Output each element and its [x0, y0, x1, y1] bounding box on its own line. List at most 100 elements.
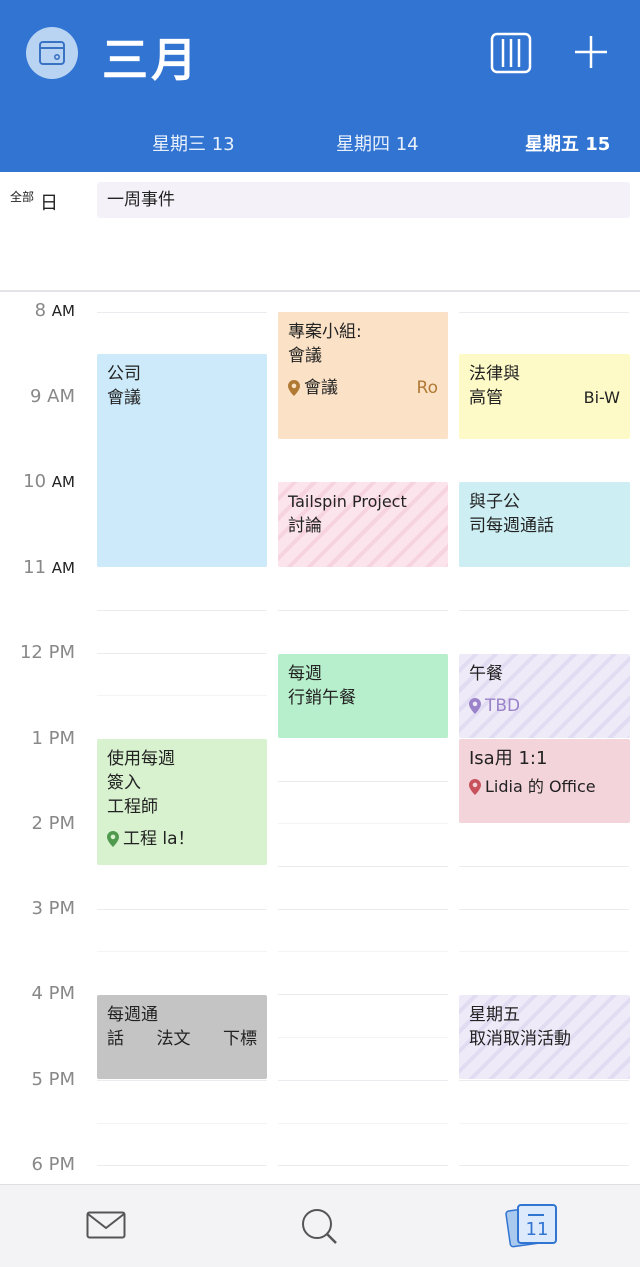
event-location: TBD: [469, 694, 620, 718]
gridline: [97, 610, 267, 611]
event-title: 公司: [107, 364, 141, 384]
gridline: [459, 1080, 629, 1081]
hour-label-12pm: 12 PM: [19, 642, 75, 663]
hour-label-10am: 10 AM: [23, 471, 75, 492]
time-grid: 8 AM 9 AM 10 AM 11 AM 12 PM 1 PM 2 PM 3 …: [0, 292, 640, 1184]
gridline: [278, 1037, 448, 1038]
gridline: [278, 1165, 448, 1166]
event-company-meeting[interactable]: 公司 會議: [97, 354, 267, 567]
event-project-team[interactable]: 專案小組: 會議 會議 Ro: [278, 312, 448, 439]
gridline: [459, 909, 629, 910]
event-subsidiary-call[interactable]: 與子公 司每週通話: [459, 482, 630, 567]
hour-label-8am: 8 AM: [34, 300, 75, 321]
event-title: 司每週通話: [469, 516, 554, 536]
gridline: [97, 695, 267, 696]
event-title: 行銷午餐: [288, 688, 356, 708]
event-title: 高管 Bi-W: [469, 388, 620, 408]
location-pin-icon: [469, 698, 481, 714]
gridline: [278, 909, 448, 910]
event-title: 簽入: [107, 773, 141, 793]
hour-label-5pm: 5 PM: [31, 1069, 75, 1090]
event-one-on-one[interactable]: Isa用 1:1 Lidia 的 Office: [459, 739, 630, 823]
gridline: [97, 1080, 267, 1081]
add-event-button[interactable]: [573, 34, 609, 70]
bottom-tab-bar: 11: [0, 1184, 640, 1267]
gridline: [459, 1165, 629, 1166]
gridline: [278, 994, 448, 995]
event-subtitle: 話 法文 下標: [107, 1029, 257, 1049]
gridline: [278, 781, 448, 782]
search-icon: [302, 1209, 337, 1244]
calendar-day-number: 11: [526, 1219, 549, 1240]
gridline: [459, 312, 629, 313]
event-marketing-lunch[interactable]: 每週 行銷午餐: [278, 654, 448, 738]
event-location: Lidia 的 Office: [469, 775, 620, 799]
calendar-icon: 11: [505, 1204, 557, 1248]
gridline: [97, 951, 267, 952]
location-pin-icon: [288, 380, 300, 396]
gridline: [278, 1123, 448, 1124]
calendar-header: 三月 星期三 13 星期四 14 星期五 15: [0, 0, 640, 172]
calendar-app-icon[interactable]: [26, 27, 78, 79]
gridline: [278, 866, 448, 867]
event-weekly-checkin[interactable]: 使用每週 簽入 工程師 工程 la！: [97, 739, 267, 865]
event-title: 專案小組:: [288, 322, 362, 342]
all-day-event[interactable]: 一周事件: [97, 182, 630, 218]
gridline: [278, 823, 448, 824]
all-day-label: 全部: [10, 190, 35, 204]
gridline: [278, 951, 448, 952]
columns-icon: [490, 32, 532, 74]
tab-calendar[interactable]: 11: [504, 1201, 560, 1253]
event-location: 會議 Ro: [288, 376, 438, 400]
gridline: [278, 1080, 448, 1081]
location-pin-icon: [107, 831, 119, 847]
gridline: [97, 1165, 267, 1166]
day-header-wed[interactable]: 星期三 13: [152, 130, 235, 156]
event-title: 每週通: [107, 1005, 158, 1025]
hour-label-11am: 11 AM: [23, 557, 75, 578]
day-header-thu[interactable]: 星期四 14: [336, 130, 419, 156]
calendar-small-icon: [39, 41, 65, 65]
all-day-row: 全部 日 一周事件: [0, 172, 640, 292]
event-tailspin[interactable]: Tailspin Project 討論: [278, 482, 448, 567]
event-lunch[interactable]: 午餐 TBD: [459, 654, 630, 738]
location-pin-icon: [469, 779, 481, 795]
event-title: 與子公: [469, 492, 520, 512]
tab-mail[interactable]: [86, 1211, 126, 1243]
gridline: [97, 312, 267, 313]
event-title: 會議: [288, 346, 322, 366]
event-title: 使用每週: [107, 749, 175, 769]
month-title[interactable]: 三月: [102, 24, 200, 90]
hour-label-4pm: 4 PM: [31, 983, 75, 1004]
hour-label-1pm: 1 PM: [31, 728, 75, 749]
event-title: 工程師: [107, 797, 158, 817]
view-switch-button[interactable]: [490, 32, 532, 74]
event-title: 每週: [288, 664, 322, 684]
gridline: [459, 951, 629, 952]
gridline: [97, 1123, 267, 1124]
hour-label-2pm: 2 PM: [31, 813, 75, 834]
event-weekly-call[interactable]: 每週通 話 法文 下標: [97, 995, 267, 1079]
event-legal[interactable]: 法律與 高管 Bi-W: [459, 354, 630, 439]
tab-search[interactable]: [300, 1207, 340, 1251]
gridline: [278, 610, 448, 611]
event-title: 會議: [107, 388, 141, 408]
event-title: 星期五: [469, 1005, 520, 1025]
mail-icon: [86, 1211, 126, 1239]
gridline: [97, 909, 267, 910]
gridline: [459, 866, 629, 867]
event-title: 法律與: [469, 364, 520, 384]
event-title: Isa用 1:1: [469, 748, 548, 769]
event-location: 工程 la！: [107, 827, 257, 851]
all-day-label-day: 日: [40, 193, 58, 214]
hour-label-3pm: 3 PM: [31, 898, 75, 919]
event-title: 取消取消活動: [469, 1029, 571, 1049]
gridline: [459, 1123, 629, 1124]
event-title: 午餐: [469, 664, 503, 684]
plus-icon: [575, 36, 607, 68]
day-header-fri[interactable]: 星期五 15: [525, 130, 610, 156]
gridline: [97, 653, 267, 654]
gridline: [459, 610, 629, 611]
hour-label-6pm: 6 PM: [31, 1154, 75, 1175]
event-friday-cancel[interactable]: 星期五 取消取消活動: [459, 995, 630, 1079]
